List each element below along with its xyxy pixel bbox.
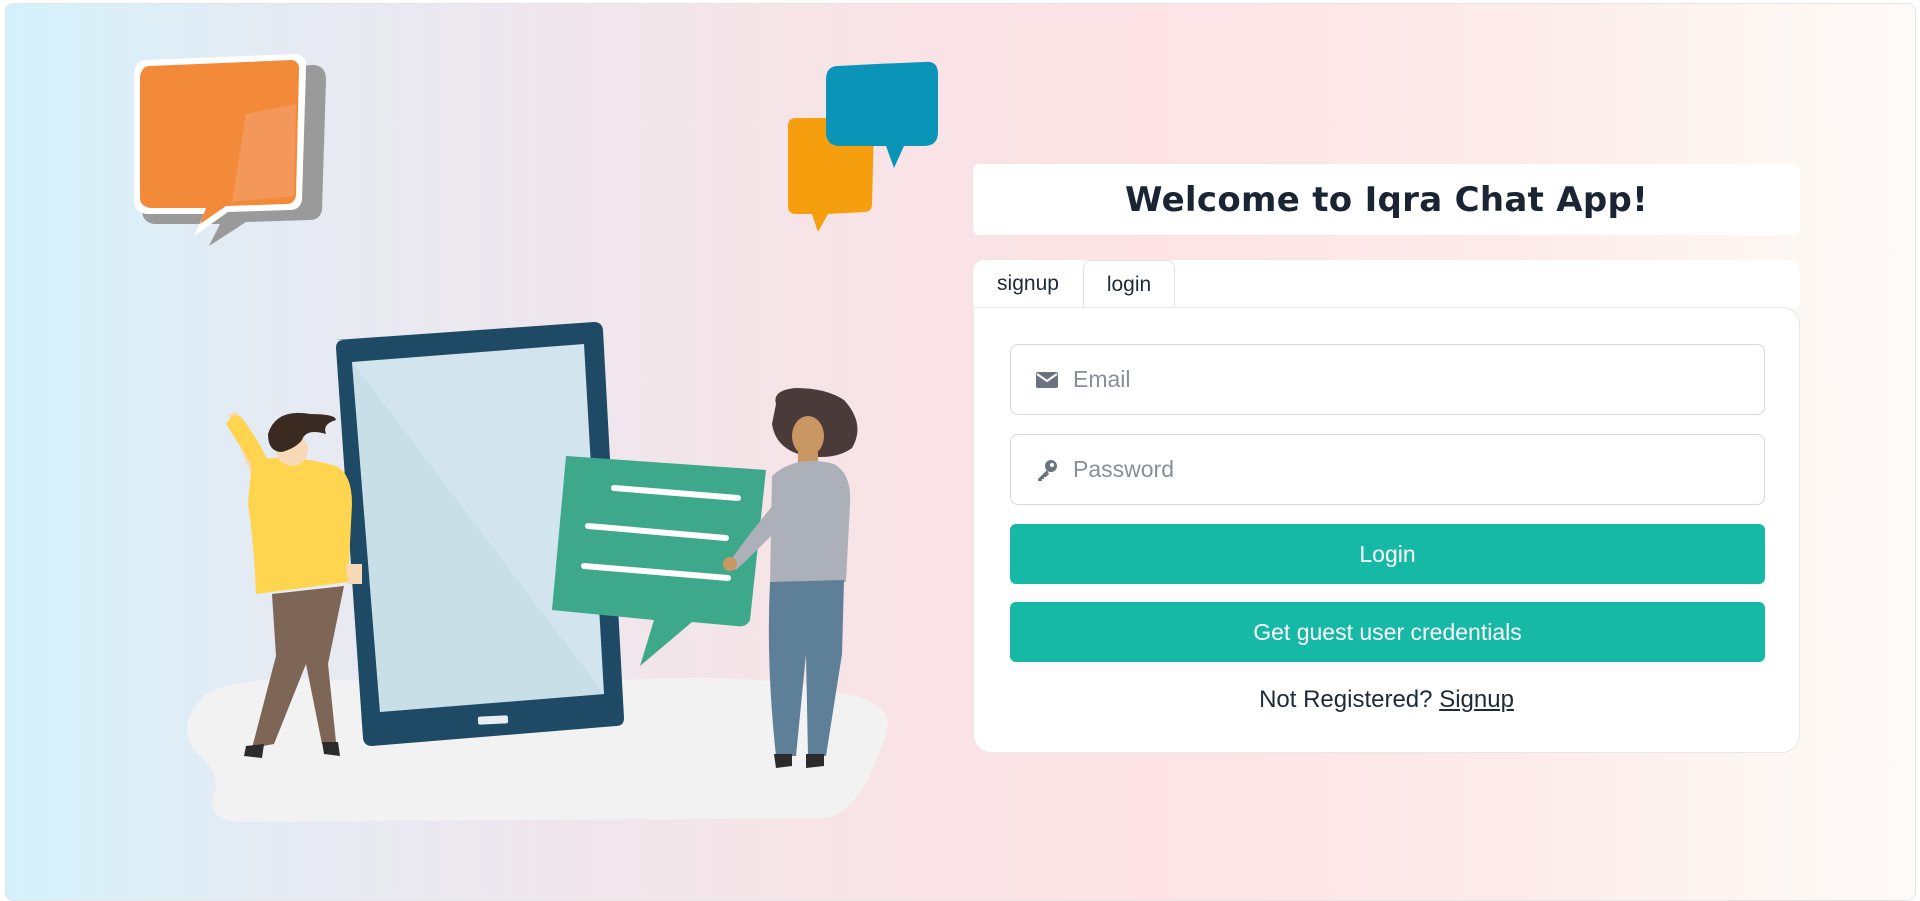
- welcome-header: Welcome to Iqra Chat App!: [973, 164, 1800, 235]
- auth-tabs: signup login: [973, 260, 1800, 308]
- key-icon: [1035, 458, 1059, 482]
- not-registered-text: Not Registered?: [1259, 686, 1433, 713]
- chat-illustration: [134, 54, 938, 822]
- email-field[interactable]: [1010, 344, 1765, 415]
- tab-login[interactable]: login: [1083, 260, 1175, 308]
- password-field[interactable]: [1010, 434, 1765, 505]
- signup-link[interactable]: Signup: [1439, 686, 1514, 713]
- tab-signup[interactable]: signup: [973, 260, 1083, 308]
- page-title: Welcome to Iqra Chat App!: [1124, 179, 1648, 220]
- login-button[interactable]: Login: [1010, 524, 1765, 584]
- speech-bubbles-icon: [788, 61, 938, 232]
- envelope-icon: [1035, 368, 1059, 392]
- signup-prompt: Not Registered? Signup: [974, 686, 1799, 714]
- app-frame: Welcome to Iqra Chat App! signup login E…: [5, 3, 1916, 901]
- orange-speech-bubble-icon: [134, 54, 326, 246]
- guest-credentials-button[interactable]: Get guest user credentials: [1010, 602, 1765, 662]
- login-panel: Login Get guest user credentials Not Reg…: [973, 307, 1800, 753]
- password-input[interactable]: [1073, 439, 1733, 500]
- email-input[interactable]: [1073, 349, 1733, 410]
